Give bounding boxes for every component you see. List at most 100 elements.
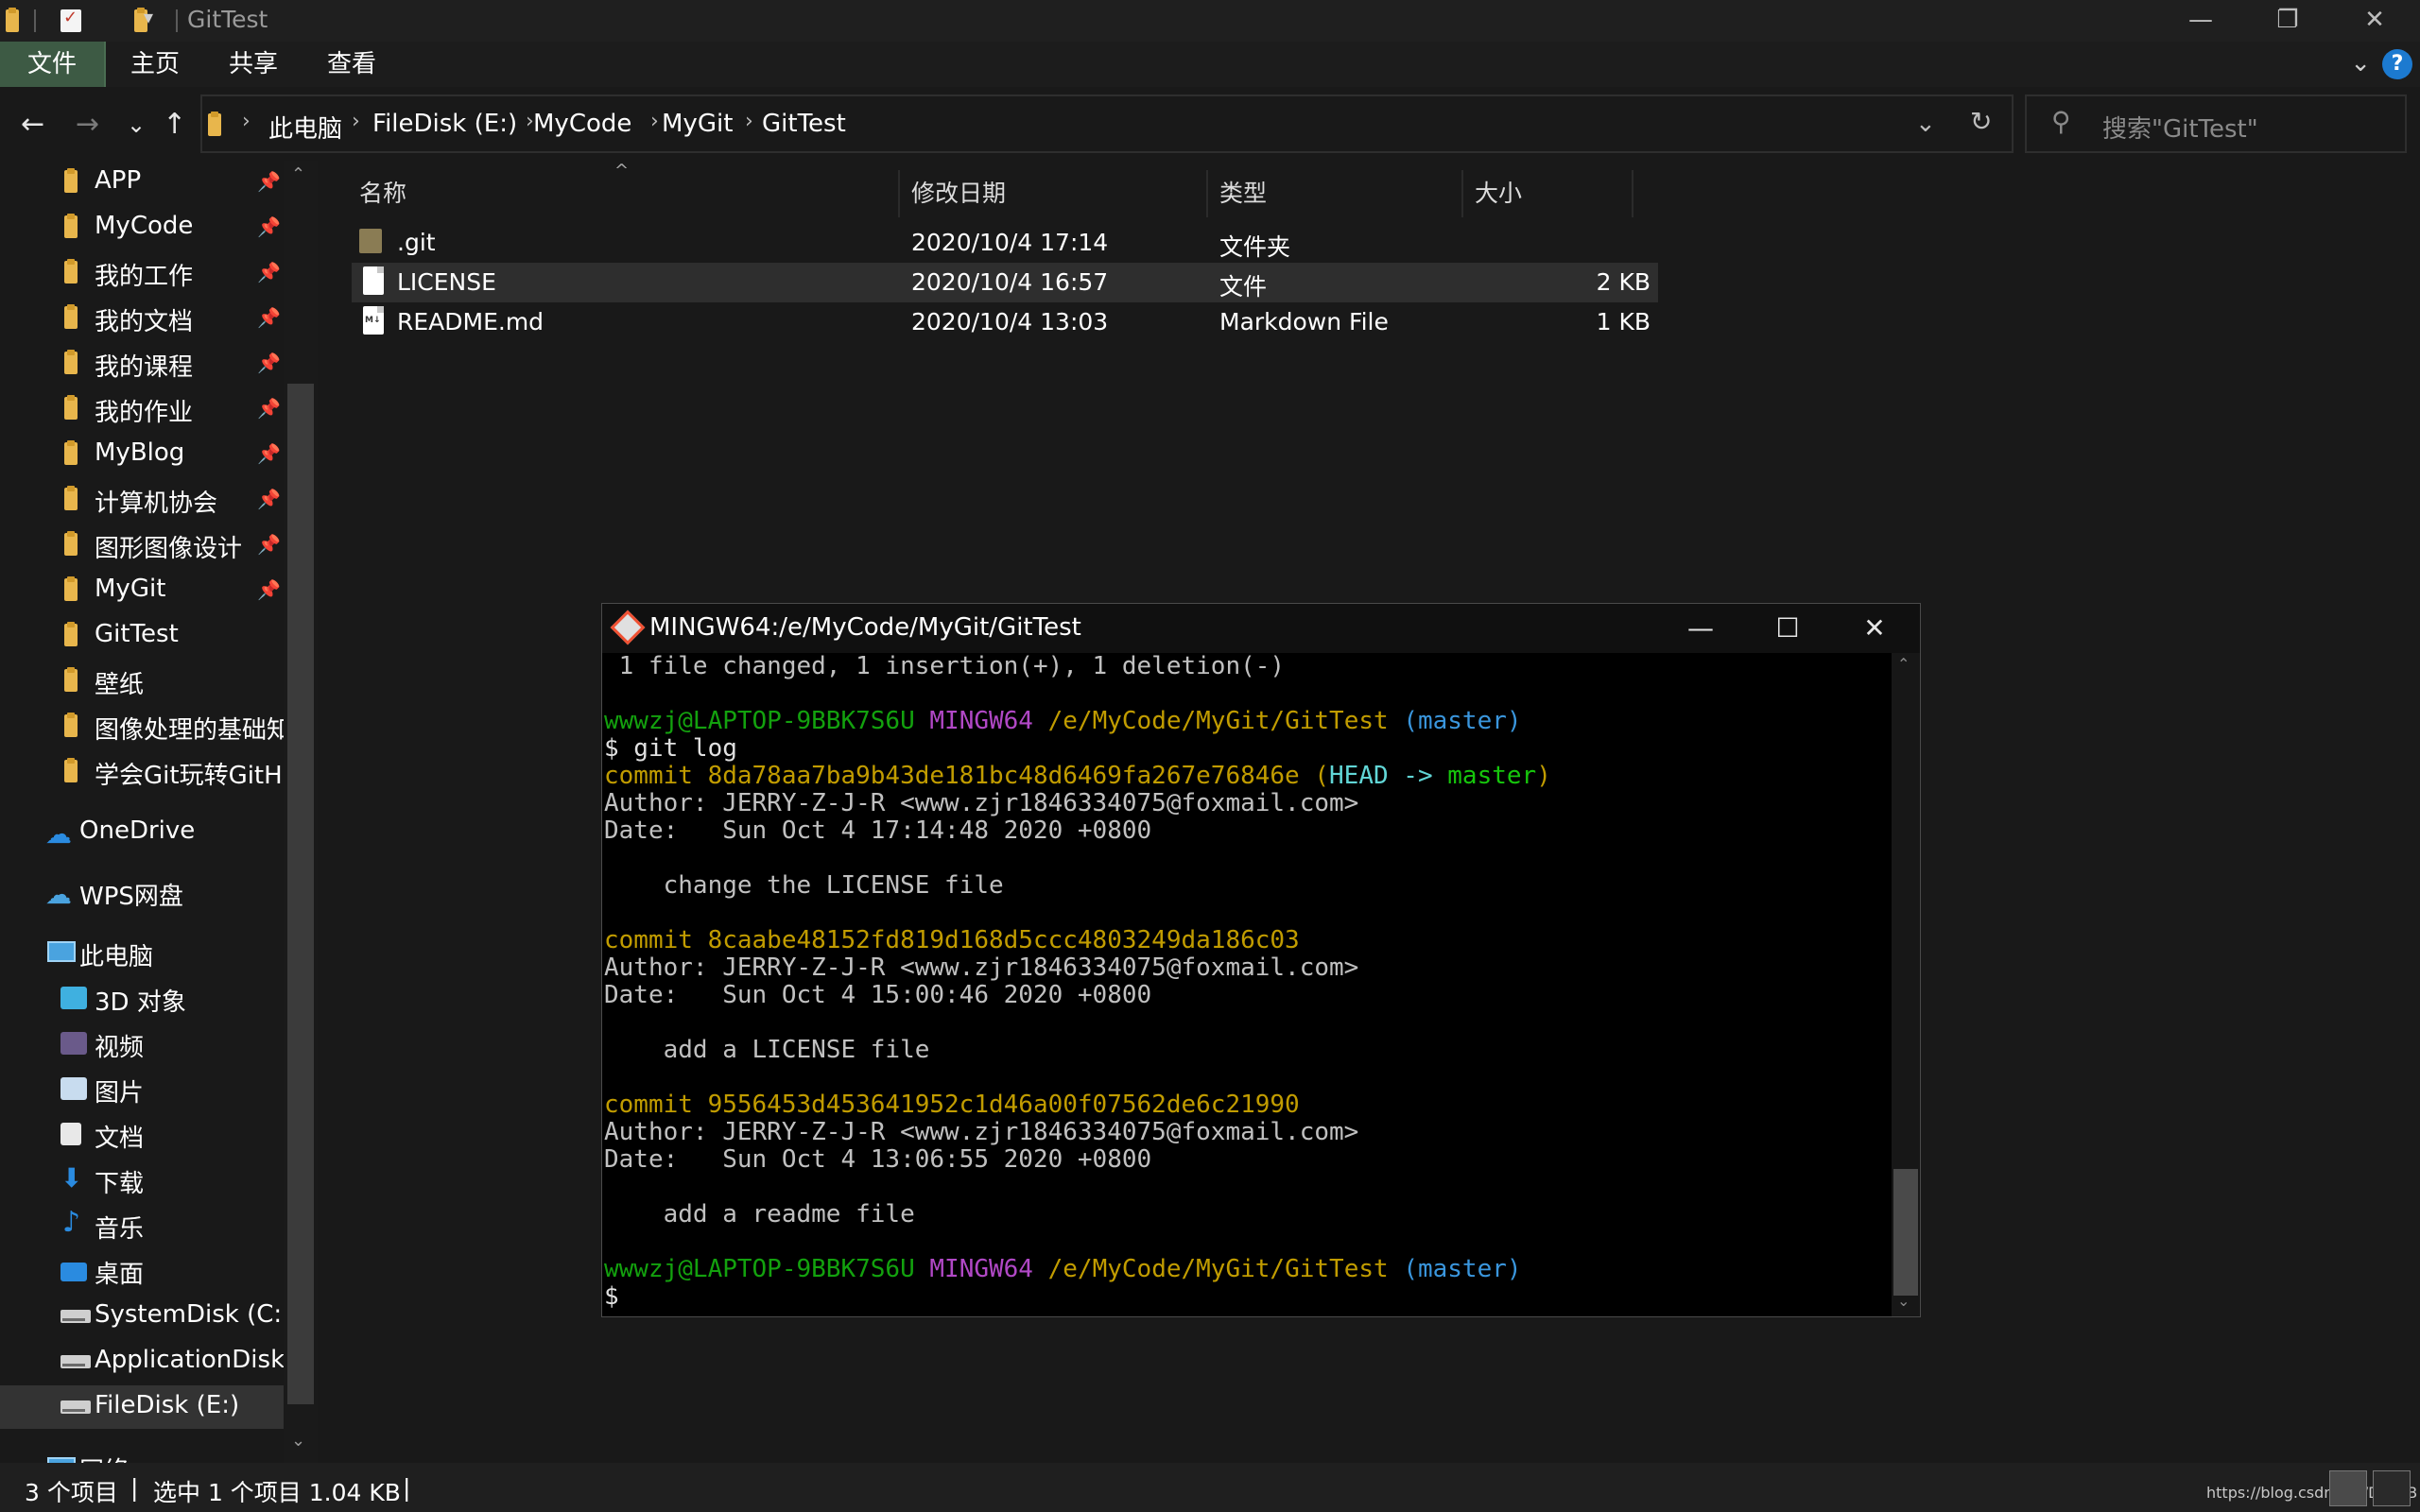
scroll-down-icon[interactable]: ⌄	[1897, 1292, 1910, 1310]
nav-item-wallpaper[interactable]: 壁纸	[0, 660, 284, 703]
nav-item-mycode[interactable]: MyCode 📌	[0, 206, 284, 249]
folder-icon	[359, 229, 382, 253]
nav-item-documents[interactable]: 文档	[0, 1113, 284, 1157]
column-header-date[interactable]: 修改日期	[902, 170, 1208, 217]
breadcrumb-separator[interactable]: ›	[242, 110, 251, 133]
nav-item-label: WPS网盘	[79, 883, 183, 911]
terminal-maximize-button[interactable]: ☐	[1750, 610, 1825, 647]
address-bar[interactable]: › 此电脑 › FileDisk (E:) › MyCode › MyGit ›…	[200, 94, 2014, 153]
terminal-close-button[interactable]: ✕	[1837, 610, 1912, 647]
file-name: .git	[397, 229, 436, 256]
prompt-path: /e/MyCode/MyGit/GitTest	[1047, 1255, 1389, 1283]
nav-item-image-processing[interactable]: 图像处理的基础知识	[0, 705, 284, 748]
folder-icon	[64, 758, 85, 784]
nav-item-label: 我的课程	[95, 353, 194, 382]
nav-item-desktop[interactable]: 桌面	[0, 1249, 284, 1293]
help-icon[interactable]: ?	[2382, 49, 2412, 79]
nav-item-my-homework[interactable]: 我的作业 📌	[0, 387, 284, 431]
folder-icon	[6, 8, 26, 34]
tab-home[interactable]: 主页	[113, 42, 197, 87]
details-view-button[interactable]	[2329, 1470, 2367, 1506]
onedrive-cloud-icon: ☁	[45, 818, 72, 850]
nav-item-label: 图像处理的基础知识	[95, 716, 284, 745]
nav-item-computer-assoc[interactable]: 计算机协会 📌	[0, 478, 284, 522]
nav-item-my-docs[interactable]: 我的文档 📌	[0, 297, 284, 340]
tab-share[interactable]: 共享	[212, 42, 295, 87]
address-dropdown-icon[interactable]: ⌄	[1915, 110, 1936, 138]
selection-info: 选中 1 个项目 1.04 KB	[153, 1479, 401, 1506]
search-input[interactable]: ⚲ 搜索"GitTest"	[2025, 94, 2407, 153]
nav-item-my-courses[interactable]: 我的课程 📌	[0, 342, 284, 386]
breadcrumb-separator[interactable]: ›	[745, 110, 753, 133]
nav-item-myblog[interactable]: MyBlog 📌	[0, 433, 284, 476]
ribbon-collapse-icon[interactable]: ⌄	[2350, 49, 2371, 77]
nav-item-gittest[interactable]: GitTest	[0, 614, 284, 658]
breadcrumb-mygit[interactable]: MyGit	[662, 110, 733, 138]
file-icon	[363, 266, 384, 295]
minimize-button[interactable]: —	[2157, 0, 2244, 42]
breadcrumb-mycode[interactable]: MyCode	[533, 110, 631, 138]
nav-item-mygit[interactable]: MyGit 📌	[0, 569, 284, 612]
restore-button[interactable]: ❐	[2244, 0, 2331, 42]
nav-item-drive-d[interactable]: ApplicationDisk (D:)	[0, 1340, 284, 1383]
nav-item-wps[interactable]: ☁ WPS网盘	[0, 871, 284, 915]
large-icons-view-button[interactable]	[2373, 1470, 2411, 1506]
breadcrumb-separator[interactable]: ›	[352, 110, 360, 133]
breadcrumb-gittest[interactable]: GitTest	[762, 110, 846, 138]
pin-icon: 📌	[257, 442, 281, 465]
forward-button[interactable]: →	[76, 108, 99, 141]
nav-item-app[interactable]: APP 📌	[0, 161, 284, 204]
properties-icon[interactable]	[60, 8, 81, 32]
markdown-file-icon	[363, 306, 384, 335]
nav-scrollbar[interactable]: ⌃ ⌄	[284, 161, 318, 1463]
scroll-thumb[interactable]	[287, 384, 314, 1404]
tab-file[interactable]: 文件	[0, 42, 106, 87]
close-button[interactable]: ✕	[2331, 0, 2418, 42]
terminal-scroll-thumb[interactable]	[1893, 1169, 1918, 1296]
folder-icon	[64, 576, 85, 603]
nav-item-learn-git[interactable]: 学会Git玩转GitHub	[0, 750, 284, 794]
terminal-output[interactable]: 1 file changed, 1 insertion(+), 1 deleti…	[604, 653, 1890, 1314]
recent-locations-button[interactable]: ⌄	[127, 112, 146, 138]
tab-view[interactable]: 查看	[310, 42, 393, 87]
nav-item-drive-e[interactable]: FileDisk (E:)	[0, 1385, 284, 1429]
nav-item-music[interactable]: ♪ 音乐	[0, 1204, 284, 1247]
file-row[interactable]: README.md 2020/10/4 13:03 Markdown File …	[352, 302, 1658, 342]
back-button[interactable]: ←	[21, 108, 44, 141]
pin-icon: 📌	[257, 533, 281, 556]
nav-item-3d-objects[interactable]: 3D 对象	[0, 977, 284, 1021]
up-button[interactable]: ↑	[163, 108, 186, 141]
nav-item-drive-c[interactable]: SystemDisk (C:)	[0, 1295, 284, 1338]
prompt-env: MINGW64	[929, 707, 1033, 735]
scroll-down-icon[interactable]: ⌄	[291, 1431, 305, 1451]
scroll-up-icon[interactable]: ⌃	[1897, 655, 1910, 673]
breadcrumb-this-pc[interactable]: 此电脑	[268, 110, 342, 145]
nav-item-pictures[interactable]: 图片	[0, 1068, 284, 1111]
terminal-input-line[interactable]: $	[604, 1283, 619, 1311]
breadcrumb-filedisk[interactable]: FileDisk (E:)	[372, 110, 517, 138]
desktop-icon	[60, 1263, 87, 1281]
file-row[interactable]: .git 2020/10/4 17:14 文件夹	[352, 223, 1658, 263]
nav-item-my-work[interactable]: 我的工作 📌	[0, 251, 284, 295]
refresh-icon[interactable]: ↻	[1970, 106, 1992, 137]
nav-item-videos[interactable]: 视频	[0, 1022, 284, 1066]
nav-item-graphic-design[interactable]: 图形图像设计 📌	[0, 524, 284, 567]
column-header-size[interactable]: 大小	[1465, 170, 1634, 217]
terminal-scrollbar[interactable]: ⌃ ⌄	[1892, 653, 1920, 1316]
nav-item-network[interactable]: 网络	[0, 1446, 284, 1463]
terminal-window[interactable]: MINGW64:/e/MyCode/MyGit/GitTest — ☐ ✕ 1 …	[601, 603, 1921, 1317]
nav-item-this-pc[interactable]: 此电脑	[0, 932, 284, 975]
file-row[interactable]: LICENSE 2020/10/4 16:57 文件 2 KB	[352, 263, 1658, 302]
pin-icon: 📌	[257, 215, 281, 238]
customize-quick-access-icon[interactable]: ▾	[144, 6, 153, 32]
terminal-message: add a readme file	[604, 1200, 915, 1228]
nav-item-downloads[interactable]: ⬇ 下载	[0, 1159, 284, 1202]
scroll-up-icon[interactable]: ⌃	[291, 164, 305, 184]
column-header-type[interactable]: 类型	[1210, 170, 1463, 217]
terminal-minimize-button[interactable]: —	[1663, 610, 1738, 647]
nav-item-label: MyCode	[95, 212, 194, 240]
column-header-name[interactable]: 名称	[350, 170, 900, 217]
nav-item-onedrive[interactable]: ☁ OneDrive	[0, 811, 284, 854]
breadcrumb-separator[interactable]: ›	[650, 110, 659, 133]
nav-item-label: 文档	[95, 1125, 145, 1153]
